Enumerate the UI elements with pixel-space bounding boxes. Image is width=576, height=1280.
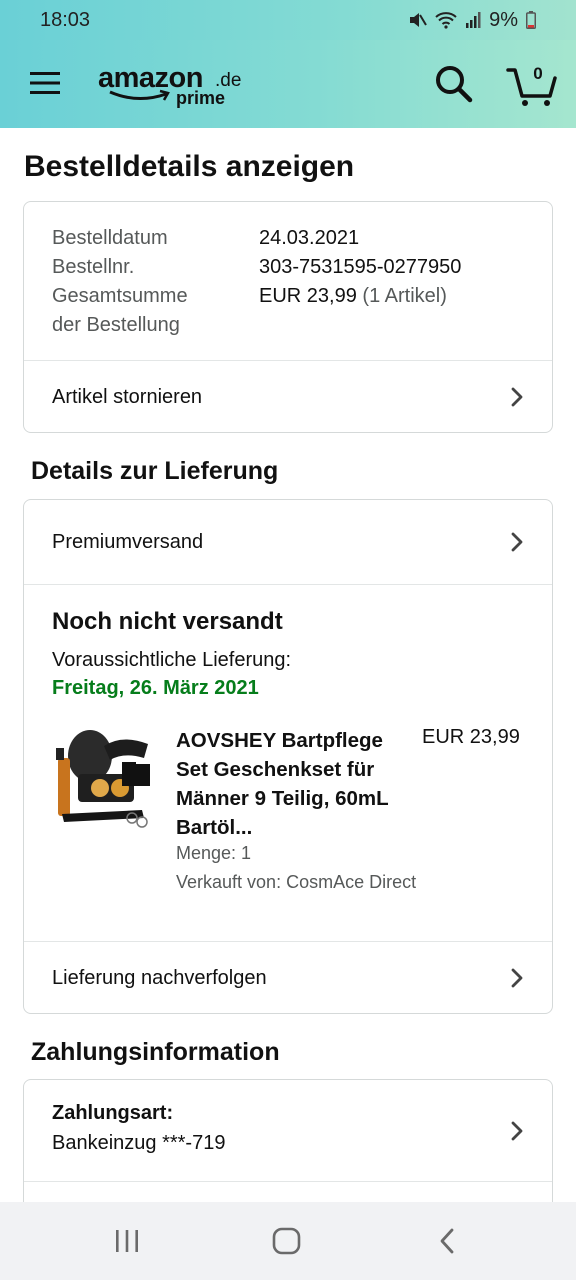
signal-icon <box>466 12 481 28</box>
recent-apps-icon[interactable] <box>112 1226 142 1256</box>
divider <box>24 1181 552 1182</box>
product-item[interactable]: AOVSHEY Bartpflege Set Geschenkset für M… <box>24 588 552 918</box>
product-image[interactable] <box>52 726 152 828</box>
cancel-items-link[interactable]: Artikel stornieren <box>24 361 552 433</box>
order-total-amount: EUR 23,99 <box>259 285 357 307</box>
payment-method-label: Zahlungsart: <box>52 1102 174 1124</box>
order-date-value: 24.03.2021 <box>259 227 360 249</box>
delivery-card: Premiumversand Noch nicht versandt Vorau… <box>23 499 553 1014</box>
order-summary-card: Bestelldatum 24.03.2021 Bestellnr. 303-7… <box>23 201 553 433</box>
battery-percent: 9% <box>489 8 518 31</box>
product-price: EUR 23,99 <box>422 726 520 748</box>
back-icon[interactable] <box>436 1226 460 1256</box>
product-seller: Verkauft von: CosmAce Direct <box>176 872 417 892</box>
shipping-method-label: Premiumversand <box>52 530 204 553</box>
cancel-items-label: Artikel stornieren <box>52 385 203 408</box>
product-title[interactable]: AOVSHEY Bartpflege Set Geschenkset für M… <box>176 726 416 842</box>
status-time: 18:03 <box>40 8 91 31</box>
mute-icon <box>410 13 427 27</box>
order-item-count: (1 Artikel) <box>362 285 447 307</box>
shipping-method-link[interactable]: Premiumversand <box>24 506 552 578</box>
track-delivery-link[interactable]: Lieferung nachverfolgen <box>24 942 552 1014</box>
status-bar: 18:03 9% <box>0 0 576 40</box>
order-total-label: Gesamtsumme <box>52 285 188 307</box>
page-title: Bestelldetails anzeigen <box>24 150 355 183</box>
order-number-value: 303-7531595-0277950 <box>259 256 462 278</box>
payment-section-title: Zahlungsinformation <box>31 1038 280 1066</box>
status-icons: 9% <box>407 9 536 32</box>
menu-icon[interactable] <box>28 68 62 98</box>
chevron-right-icon <box>511 968 523 988</box>
app-header: amazon .de prime 0 <box>0 40 576 128</box>
payment-method-value: Bankeinzug ***-719 <box>52 1132 226 1154</box>
chevron-right-icon <box>511 532 523 552</box>
order-total-label-2: der Bestellung <box>52 314 180 336</box>
home-icon[interactable] <box>271 1226 303 1256</box>
cart-count: 0 <box>533 64 543 83</box>
divider <box>24 584 552 585</box>
smile-icon <box>109 89 170 101</box>
chevron-right-icon <box>511 1121 523 1141</box>
delivery-section-title: Details zur Lieferung <box>31 457 279 485</box>
order-total-value: EUR 23,99 (1 Artikel) <box>259 282 447 311</box>
search-icon[interactable] <box>434 64 474 104</box>
payment-method-link[interactable]: Zahlungsart: Bankeinzug ***-719 <box>24 1080 552 1181</box>
system-nav-bar <box>0 1202 576 1280</box>
product-quantity: Menge: 1 <box>176 843 252 863</box>
battery-icon <box>526 11 536 29</box>
order-date-label: Bestelldatum <box>52 227 168 249</box>
amazon-prime-logo[interactable]: amazon .de prime <box>98 62 248 112</box>
track-delivery-label: Lieferung nachverfolgen <box>52 966 267 989</box>
order-number-label: Bestellnr. <box>52 256 135 278</box>
chevron-right-icon <box>511 387 523 407</box>
wifi-icon <box>435 12 457 29</box>
logo-prime: prime <box>176 88 226 108</box>
